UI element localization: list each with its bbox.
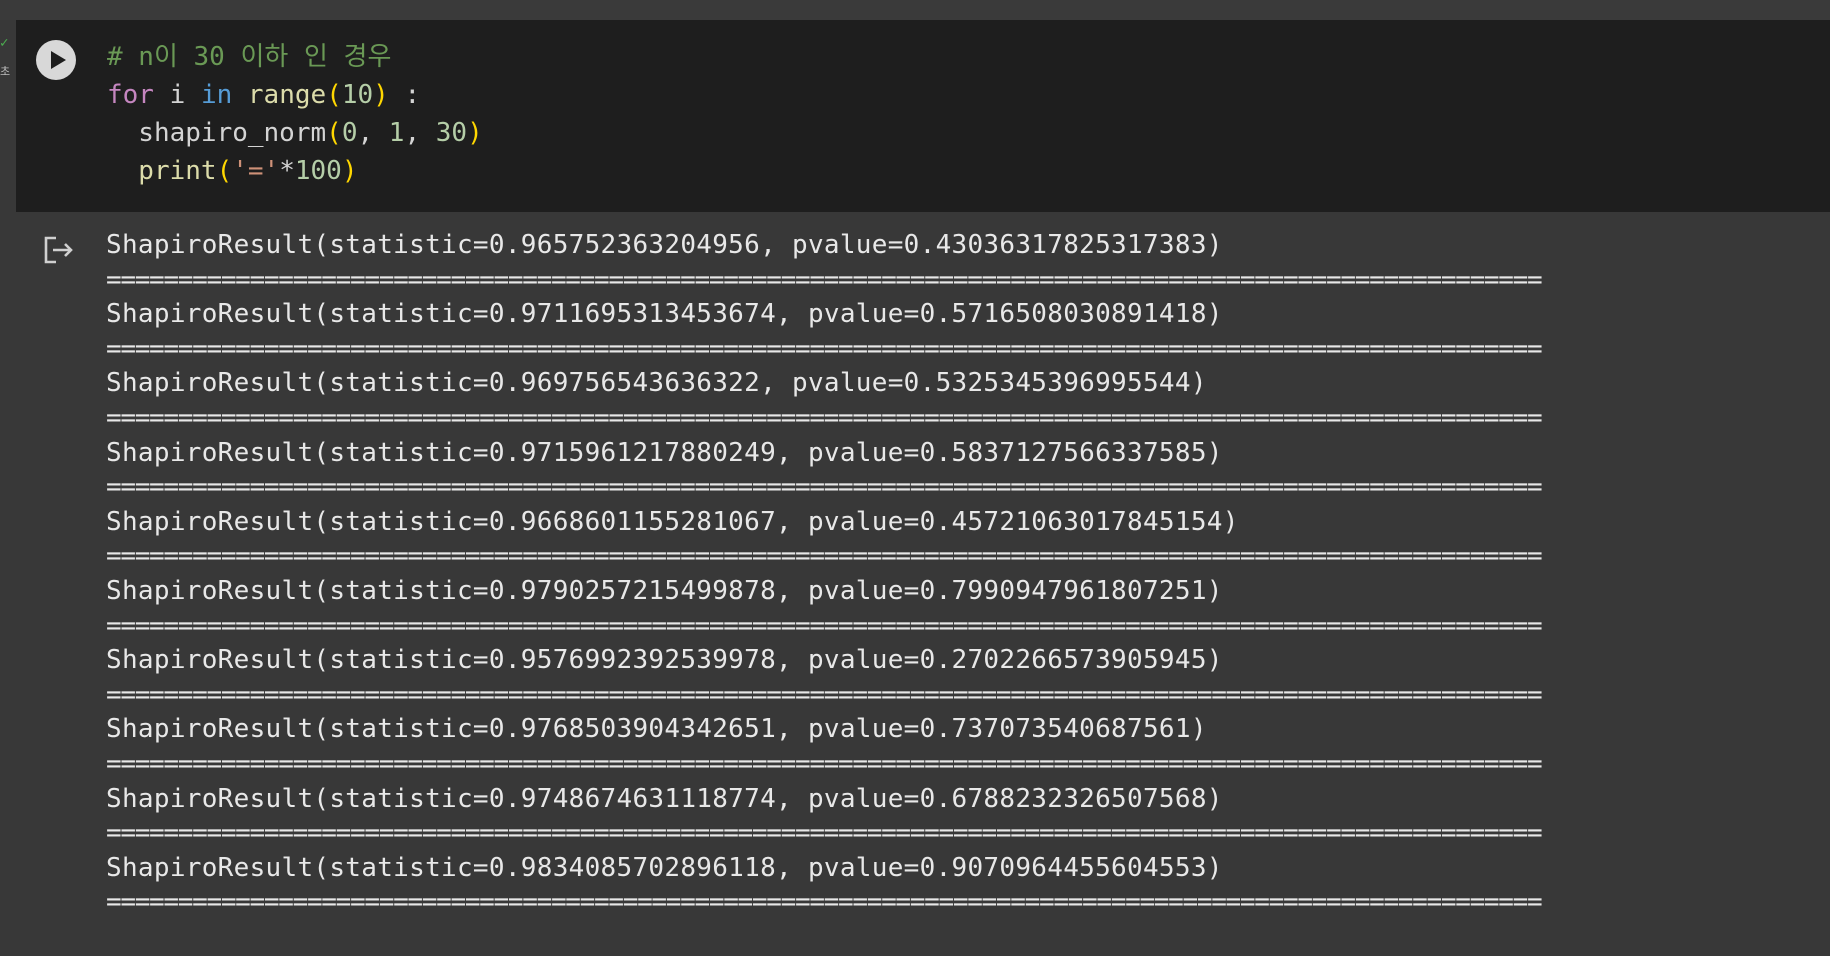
code-token: ( [216, 156, 233, 186]
code-token: i [153, 80, 201, 110]
output-separator-line: ========================================… [106, 333, 1543, 364]
code-token: , [404, 118, 436, 148]
play-icon [51, 51, 66, 69]
code-token: print [107, 156, 217, 186]
code-token: 10 [341, 80, 374, 110]
code-token: ( [326, 118, 342, 148]
output-separator-line: ========================================… [106, 748, 1543, 779]
output-separator-line: ========================================… [106, 472, 1543, 503]
code-token: 100 [294, 156, 342, 186]
code-editor[interactable]: # n이 30 이하 인 경우 for i in range(10) : shap… [107, 38, 483, 190]
output-result-line: ShapiroResult(statistic=0.97685039043426… [106, 714, 1207, 745]
code-line: for i in range(10) : [107, 76, 483, 114]
code-token: ) [341, 156, 358, 186]
output-result-line: ShapiroResult(statistic=0.97159612178802… [106, 437, 1223, 468]
output-result-line: ShapiroResult(statistic=0.96686011552810… [106, 506, 1239, 537]
output-separator-line: ========================================… [106, 264, 1543, 295]
code-token: # n이 30 이하 인 경우 [107, 42, 392, 72]
top-toolbar-strip [0, 0, 1830, 20]
cell-gutter [0, 20, 16, 956]
output-redirect-icon[interactable] [42, 234, 76, 266]
code-token: * [279, 156, 295, 186]
code-token: 0 [341, 118, 358, 148]
run-cell-button[interactable] [36, 40, 76, 80]
cell-output: ShapiroResult(statistic=0.96575236320495… [106, 228, 1786, 920]
code-token: ) [467, 118, 483, 148]
output-result-line: ShapiroResult(statistic=0.97486746311187… [106, 783, 1223, 814]
code-token: range [247, 80, 327, 110]
code-token: shapiro_norm [107, 118, 327, 148]
code-token: : [388, 80, 421, 110]
output-result-line: ShapiroResult(statistic=0.96575236320495… [106, 230, 1223, 260]
code-token: ( [326, 80, 342, 110]
execution-time-label: 초 [0, 65, 11, 78]
notebook-page: ✓ 초 # n이 30 이하 인 경우 for i in range(10) : … [0, 0, 1830, 956]
output-separator-line: ========================================… [106, 610, 1543, 641]
code-line: # n이 30 이하 인 경우 [107, 38, 483, 76]
output-separator-line: ========================================… [106, 679, 1543, 710]
output-result-line: ShapiroResult(statistic=0.97902572154998… [106, 575, 1223, 606]
code-line: shapiro_norm(0, 1, 30) [107, 114, 483, 152]
output-result-line: ShapiroResult(statistic=0.98340857028961… [106, 852, 1223, 883]
code-token: for [107, 80, 154, 110]
code-token: '=' [232, 156, 280, 186]
code-token: , [357, 118, 389, 148]
output-result-line: ShapiroResult(statistic=0.95769923925399… [106, 645, 1223, 676]
code-line: print('='*100) [107, 152, 483, 190]
output-result-line: ShapiroResult(statistic=0.97116953134536… [106, 299, 1223, 330]
output-separator-line: ========================================… [106, 402, 1543, 433]
output-separator-line: ========================================… [106, 541, 1543, 572]
output-result-line: ShapiroResult(statistic=0.96975654363632… [106, 368, 1207, 399]
output-separator-line: ========================================… [106, 818, 1543, 849]
code-token: in [200, 80, 233, 110]
code-token: 1 [388, 118, 405, 148]
output-separator-line: ========================================… [106, 887, 1543, 918]
code-token: 30 [435, 118, 468, 148]
execution-status-check-icon: ✓ [0, 35, 9, 51]
code-token: ) [373, 80, 389, 110]
